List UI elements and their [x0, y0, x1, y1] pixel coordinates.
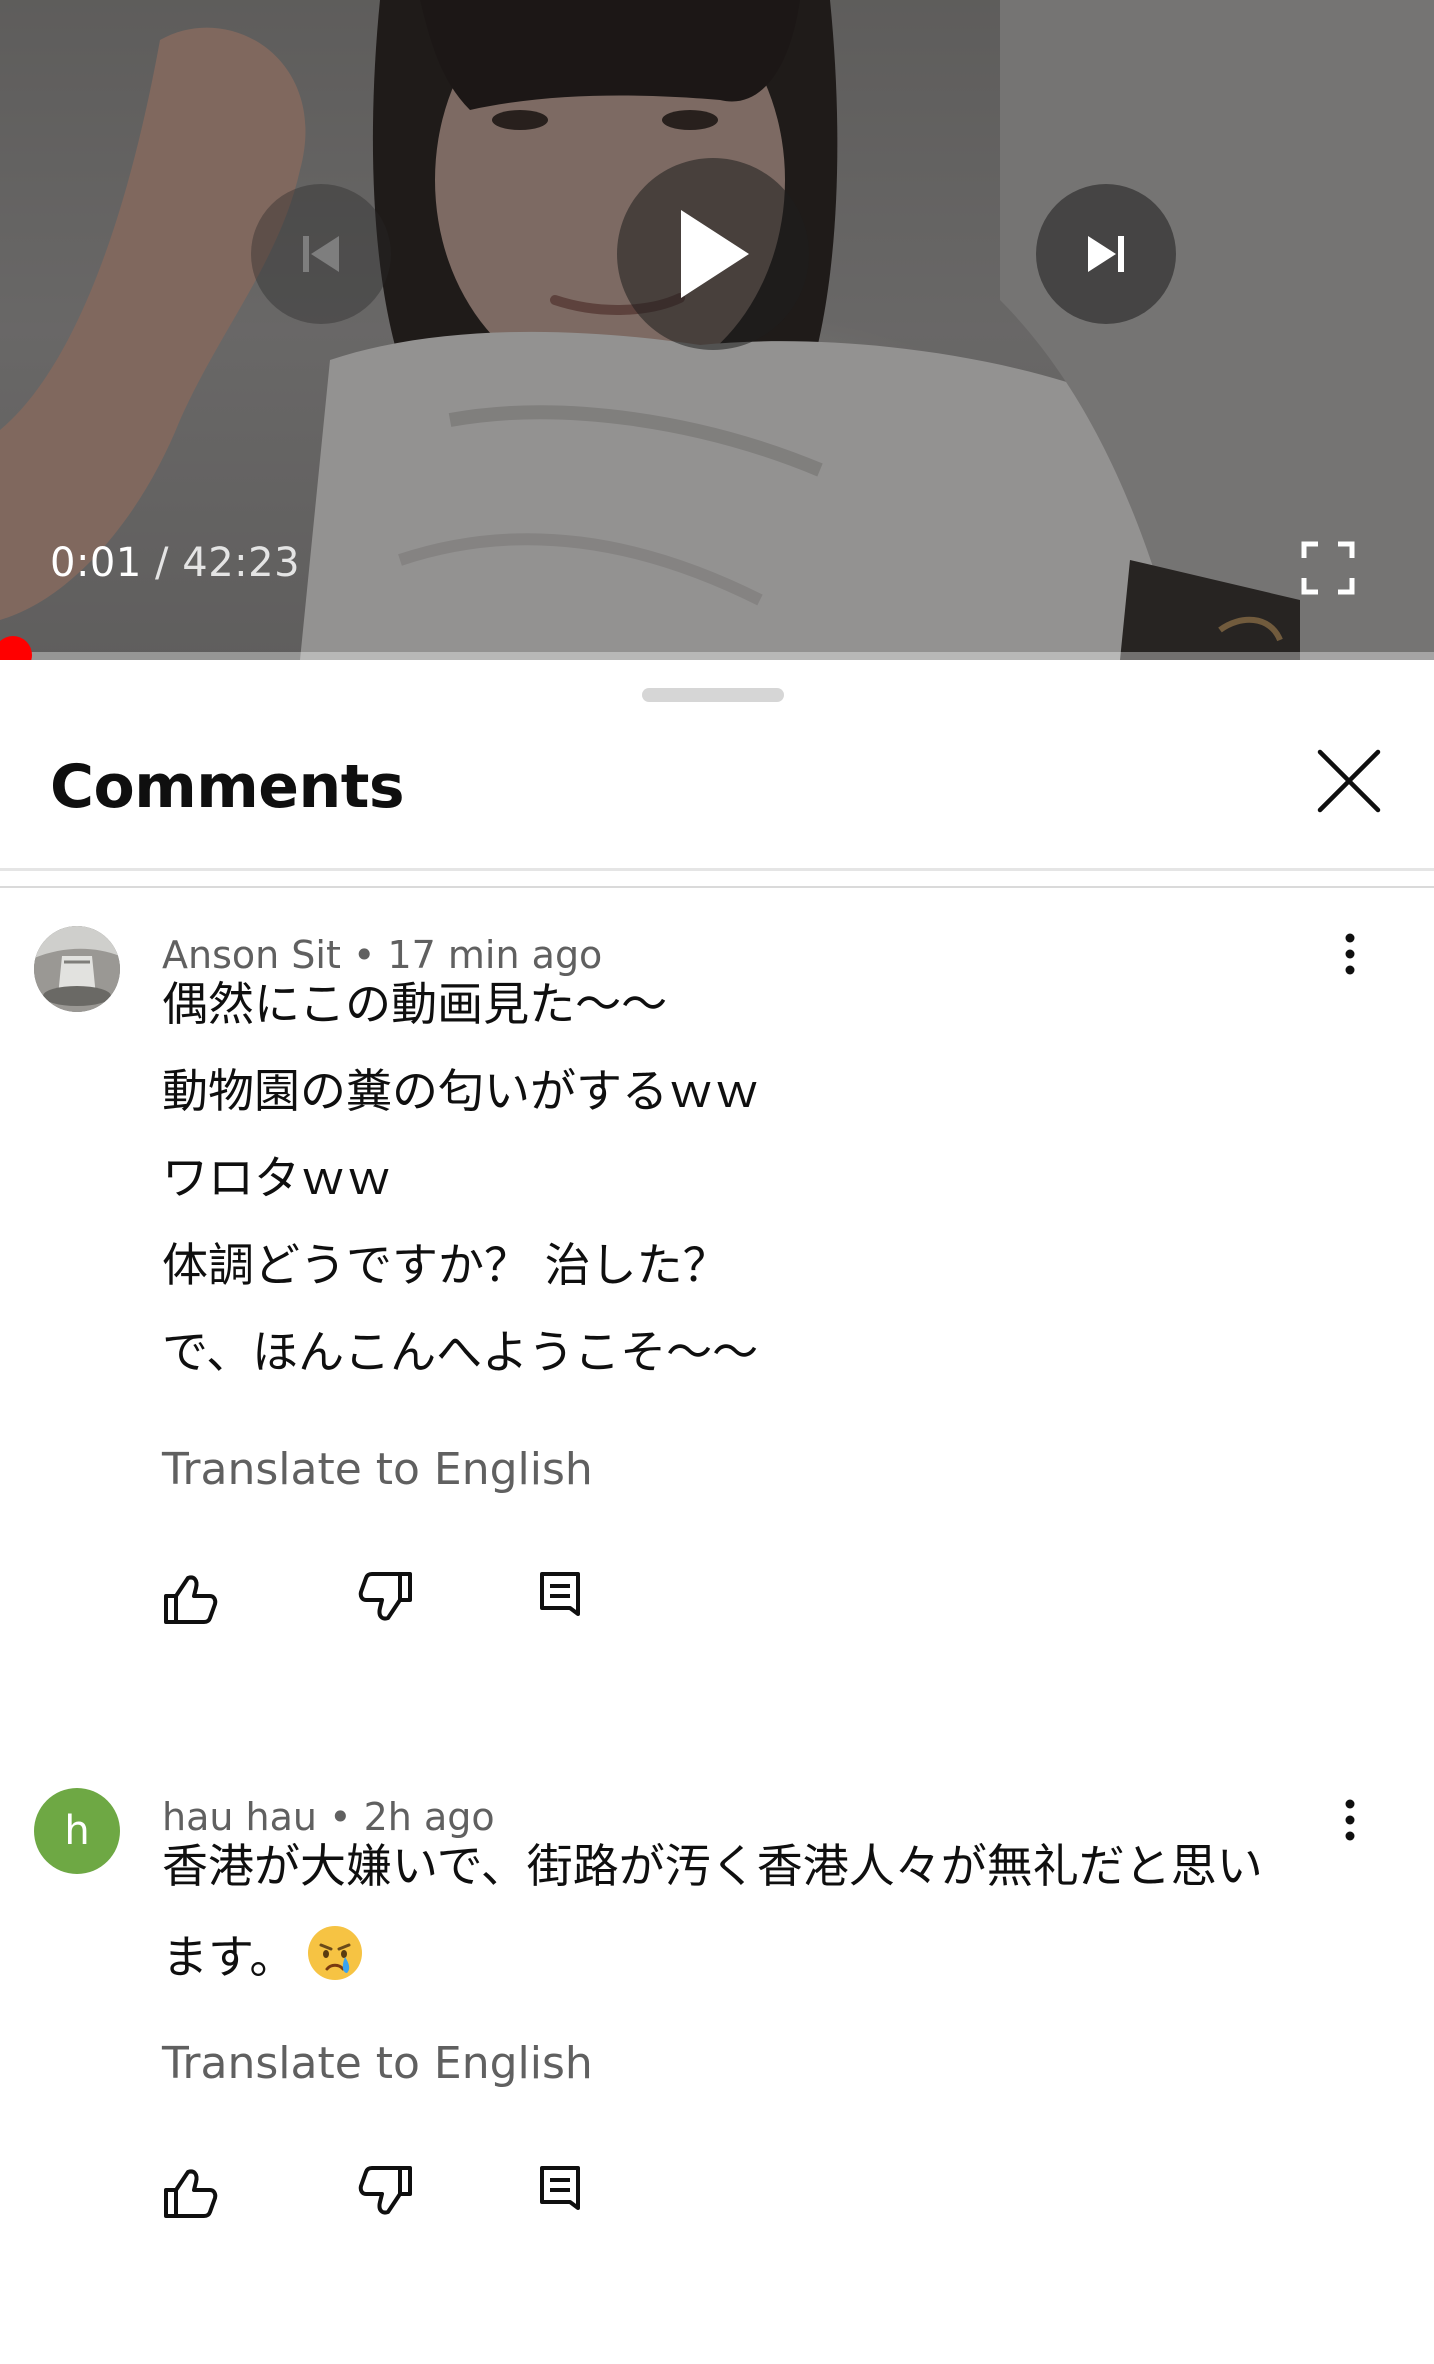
meta-separator: • [352, 933, 376, 977]
progress-bar[interactable] [0, 652, 1434, 660]
play-button[interactable] [617, 158, 809, 350]
comments-title: Comments [50, 752, 405, 822]
comment-text-line-wrap: ます。 [162, 1923, 365, 1987]
translate-link[interactable]: Translate to English [162, 2036, 593, 2092]
comment-text-line: で、ほんこんへようこそ〜〜 [162, 1325, 759, 1379]
comments-sheet: Comments Anson Sit • 17 min ago 偶然にこの動画見… [0, 660, 1434, 2364]
skip-next-icon [1088, 236, 1124, 272]
comment-text-line: ワロタｗｗ [162, 1151, 392, 1205]
divider [0, 886, 1434, 888]
current-time: 0:01 [50, 540, 142, 586]
video-duration: 42:23 [182, 540, 301, 586]
time-readout: 0:01 / 42:23 [50, 540, 300, 586]
thumbs-up-icon[interactable] [160, 1570, 220, 1630]
play-icon [681, 210, 749, 298]
more-vert-icon[interactable] [1332, 1790, 1368, 1850]
meta-separator: • [329, 1795, 352, 1839]
comment-age: 17 min ago [387, 933, 603, 977]
comment-text-line: ます。 [162, 1930, 296, 1984]
avatar-image [34, 926, 120, 1012]
comment-meta: hau hau • 2h ago [162, 1792, 495, 1842]
thumbs-up-icon[interactable] [160, 2164, 220, 2224]
fullscreen-icon[interactable] [1300, 540, 1356, 596]
avatar-letter: h [64, 1808, 90, 1854]
comment-text-line: 香港が大嫌いで、街路が汚く香港人々が無礼だと思い [162, 1839, 1263, 1893]
translate-link[interactable]: Translate to English [162, 1442, 593, 1498]
more-vert-icon[interactable] [1332, 924, 1368, 984]
time-separator: / [155, 540, 170, 586]
close-icon[interactable] [1310, 742, 1388, 820]
video-player[interactable]: 0:01 / 42:23 [0, 0, 1434, 660]
divider [0, 868, 1434, 871]
thumbs-down-icon[interactable] [356, 2160, 416, 2220]
comment-author[interactable]: hau hau [162, 1795, 317, 1839]
drag-handle[interactable] [642, 688, 784, 702]
user-photo-avatar[interactable] [34, 926, 120, 1012]
skip-previous-icon [303, 236, 339, 272]
comment-age: 2h ago [363, 1795, 495, 1839]
crying-face-icon [308, 1926, 363, 1980]
user-avatar[interactable]: h [34, 1788, 120, 1874]
reply-icon[interactable] [530, 2160, 590, 2220]
comment-author[interactable]: Anson Sit [162, 933, 341, 977]
next-button[interactable] [1036, 184, 1176, 324]
reply-icon[interactable] [530, 1566, 590, 1626]
comment-text-line: 動物園の糞の匂いがするｗｗ [162, 1064, 760, 1118]
thumbs-down-icon[interactable] [356, 1566, 416, 1626]
comment-text-line: 体調どうですか？ 治した？ [162, 1238, 729, 1292]
comment-meta: Anson Sit • 17 min ago [162, 930, 602, 980]
comment-text-line: 偶然にこの動画見た〜〜 [162, 977, 668, 1031]
previous-button[interactable] [251, 184, 391, 324]
